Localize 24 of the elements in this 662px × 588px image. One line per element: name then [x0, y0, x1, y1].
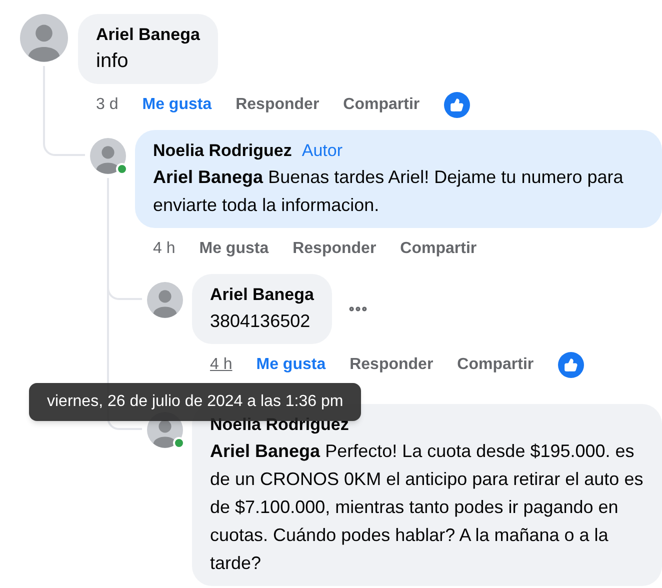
- like-reaction-icon[interactable]: [558, 352, 584, 378]
- like-button[interactable]: Me gusta: [199, 237, 269, 261]
- like-reaction-icon[interactable]: [444, 92, 470, 118]
- author-label: Autor: [302, 140, 342, 162]
- thread-connector: [43, 122, 85, 156]
- comment-text: info: [96, 49, 130, 74]
- author-name[interactable]: Ariel Banega: [96, 23, 200, 47]
- like-button[interactable]: Me gusta: [256, 353, 326, 377]
- comment-text: 3804136502: [210, 310, 312, 333]
- like-button[interactable]: Me gusta: [142, 93, 212, 117]
- reply-button[interactable]: Responder: [350, 353, 434, 377]
- share-button[interactable]: Compartir: [400, 237, 477, 261]
- share-button[interactable]: Compartir: [343, 93, 420, 117]
- reply-button[interactable]: Responder: [236, 93, 320, 117]
- date-tooltip: viernes, 26 de julio de 2024 a las 1:36 pm: [29, 383, 362, 421]
- timestamp-link[interactable]: 4 h: [210, 353, 232, 377]
- timestamp-link[interactable]: 4 h: [153, 237, 176, 261]
- timestamp-link[interactable]: 3 d: [96, 93, 118, 117]
- comment-text: Ariel Banega Perfecto! La cuota desde $195.000. es de un CRONOS 0KM el anticipo para retirar el auto es de $7.100.000, mientras tanto podes ir pagando en cuotas. Cuándo podes hablar? A la mañana o a la tarde?: [210, 440, 644, 575]
- author-name[interactable]: Ariel Banega: [210, 283, 314, 307]
- author-name[interactable]: Noelia Rodriguez: [153, 139, 292, 163]
- comment-text: Ariel Banega Buenas tardes Ariel! Dejame tu numero para enviarte toda la informacion.: [153, 166, 624, 217]
- share-button[interactable]: Compartir: [457, 353, 534, 377]
- reply-button[interactable]: Responder: [292, 237, 376, 261]
